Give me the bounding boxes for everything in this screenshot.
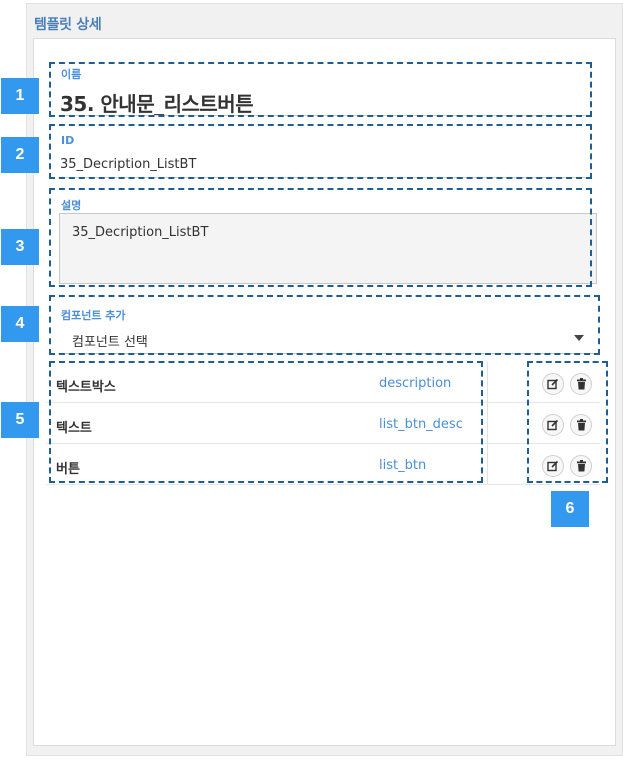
annotation-badge: 2: [1, 137, 39, 173]
annotation-badge: 1: [1, 78, 39, 114]
annotation-box-component-list: [49, 361, 483, 483]
annotation-badge: 3: [1, 229, 39, 265]
annotation-badge: 4: [1, 306, 39, 342]
annotation-badge: 5: [1, 402, 39, 438]
panel-title: 템플릿 상세: [34, 17, 102, 33]
annotation-box-description: [49, 188, 592, 287]
row-divider: [487, 362, 488, 402]
annotation-box-component-add: [49, 295, 600, 355]
annotation-badge: 6: [551, 491, 589, 527]
annotation-box-name: [49, 62, 592, 117]
row-divider: [487, 444, 488, 484]
annotation-box-actions: [527, 361, 608, 483]
row-divider: [487, 403, 488, 443]
annotation-box-id: [49, 124, 592, 179]
